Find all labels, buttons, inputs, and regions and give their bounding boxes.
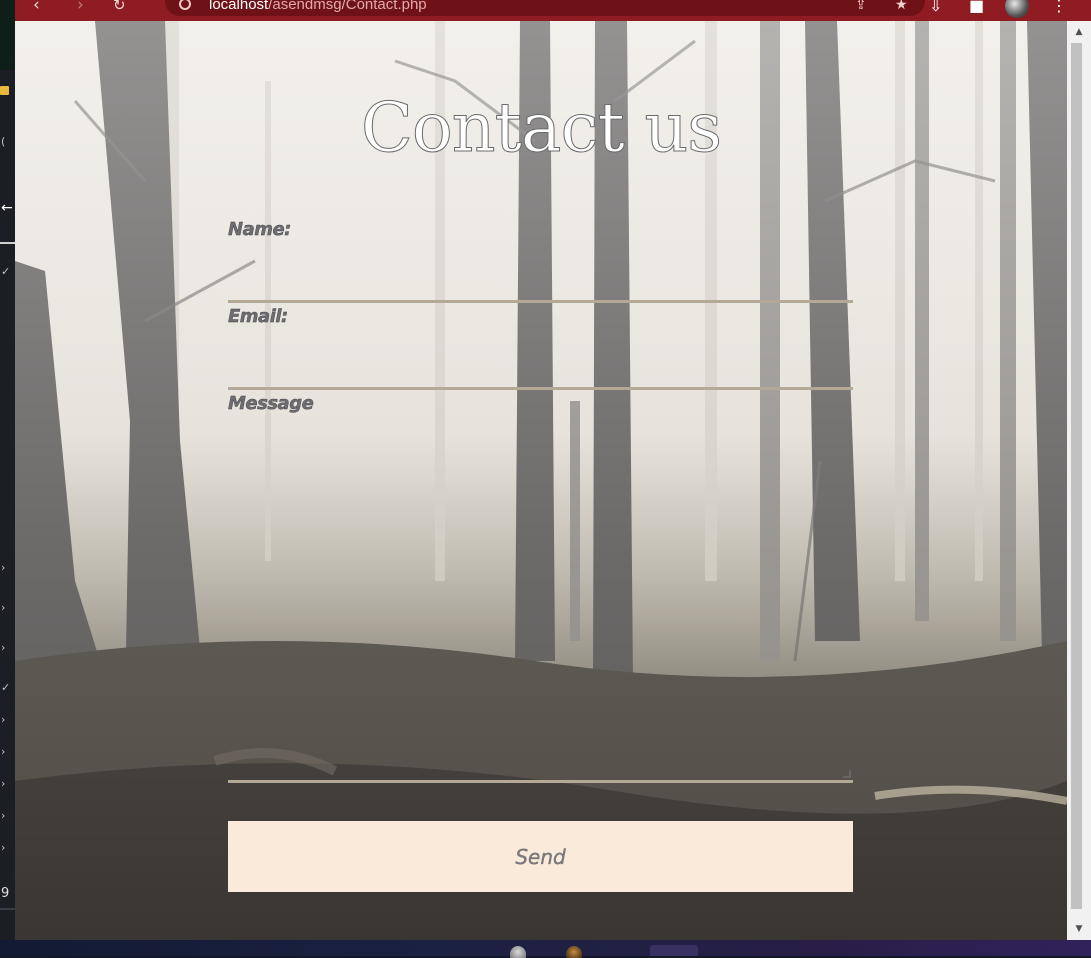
chevron-right-icon[interactable]: › <box>1 778 5 790</box>
message-label: Message <box>228 393 314 414</box>
extensions-icon[interactable]: ■ <box>969 0 984 15</box>
folder-icon[interactable] <box>0 86 9 95</box>
url-text[interactable]: localhost/asendmsg/Contact.php <box>209 0 427 13</box>
forward-icon[interactable]: › <box>77 0 84 15</box>
textarea-resize-handle[interactable] <box>843 770 851 778</box>
scroll-down-arrow-icon[interactable]: ▼ <box>1067 918 1091 940</box>
panel-divider <box>0 908 15 910</box>
email-label: Email: <box>228 306 289 327</box>
taskbar-app-icon[interactable] <box>566 946 582 958</box>
send-button[interactable]: Send <box>228 821 853 892</box>
share-icon[interactable]: ⇪ <box>855 0 867 13</box>
parenthesis-glyph: ( <box>1 135 6 148</box>
message-textarea[interactable] <box>228 425 853 783</box>
chevron-right-icon[interactable]: › <box>1 714 5 726</box>
page-title: Contact us <box>360 89 722 169</box>
check-icon: ✓ <box>1 265 11 278</box>
chevron-right-icon[interactable]: › <box>1 562 5 574</box>
browser-toolbar: ‹ › ↻ localhost/asendmsg/Contact.php ⇪ ★… <box>15 0 1091 21</box>
chevron-right-icon[interactable]: › <box>1 746 5 758</box>
side-panel: ( ← ✓ › › › ✓ › › › › › 9 <box>0 0 15 956</box>
check-icon: ✓ <box>1 681 11 694</box>
taskbar-active-app[interactable] <box>650 945 698 956</box>
site-info-icon[interactable] <box>179 0 191 10</box>
chevron-right-icon[interactable]: › <box>1 642 5 654</box>
reload-icon[interactable]: ↻ <box>113 0 126 14</box>
menu-icon[interactable]: ⋮ <box>1051 0 1067 15</box>
chevron-right-icon[interactable]: › <box>1 842 5 854</box>
side-panel-header <box>0 0 15 70</box>
download-icon[interactable]: ⇩ <box>929 0 942 15</box>
taskbar <box>0 940 1091 958</box>
back-arrow-icon[interactable]: ← <box>1 200 13 216</box>
page-viewport: Contact us Name: Email: Message Send <box>15 21 1067 940</box>
panel-divider <box>0 242 15 244</box>
scrollbar-thumb[interactable] <box>1071 43 1082 909</box>
back-icon[interactable]: ‹ <box>33 0 40 15</box>
bookmark-star-icon[interactable]: ★ <box>895 0 908 13</box>
chevron-right-icon[interactable]: › <box>1 810 5 822</box>
taskbar-app-icon[interactable] <box>510 946 526 958</box>
name-input[interactable] <box>228 251 853 303</box>
chevron-right-icon[interactable]: › <box>1 602 5 614</box>
name-label: Name: <box>228 219 292 240</box>
address-bar[interactable]: localhost/asendmsg/Contact.php ⇪ ★ <box>165 0 925 16</box>
line-number: 9 <box>1 886 10 901</box>
vertical-scrollbar[interactable]: ▲ ▼ <box>1067 21 1091 940</box>
profile-avatar[interactable] <box>1005 0 1029 18</box>
email-input[interactable] <box>228 339 853 390</box>
scroll-up-arrow-icon[interactable]: ▲ <box>1067 21 1091 43</box>
